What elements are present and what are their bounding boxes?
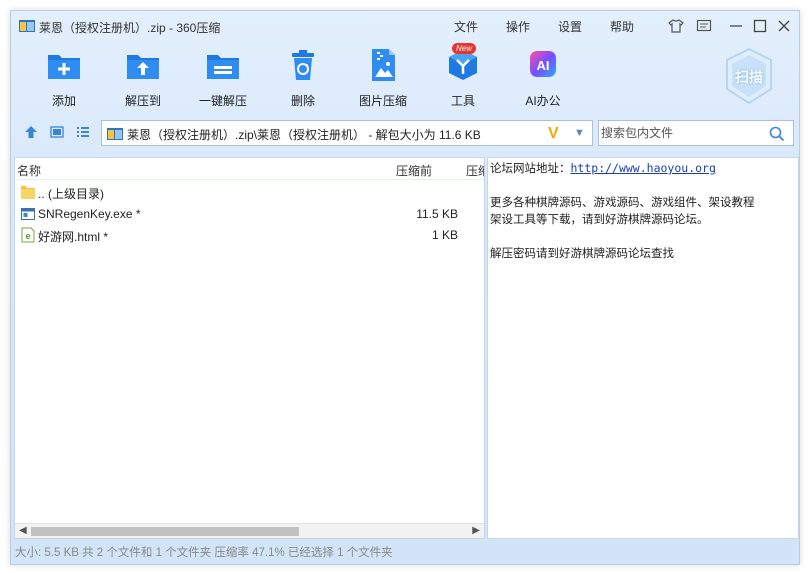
file-size: 11.5 KB (416, 207, 458, 221)
add-label: 添加 (51, 94, 76, 108)
maximize-icon[interactable] (751, 17, 769, 35)
menu-help[interactable]: 帮助 (610, 18, 634, 35)
tools-button[interactable]: New 工具 (428, 43, 498, 109)
menu-operate[interactable]: 操作 (506, 18, 530, 35)
one-click-extract-label: 一键解压 (198, 94, 247, 108)
status-bar: 大小: 5.5 KB 共 2 个文件和 1 个文件夹 压缩率 47.1% 已经选… (15, 547, 393, 559)
forum-address-label: 论坛网站地址： (490, 161, 571, 175)
comment-pane[interactable]: 论坛网站地址：http://www.haoyou.org 更多各种棋牌源码、游戏… (487, 157, 799, 539)
extract-to-label: 解压到 (124, 94, 161, 108)
folder-icon (21, 186, 35, 199)
v-mark-icon[interactable]: V (548, 125, 559, 143)
file-name: SNRegenKey.exe * (38, 207, 141, 221)
forum-link[interactable]: http://www.haoyou.org (571, 161, 716, 175)
ai-office-icon: AI (530, 51, 556, 77)
new-badge: New (452, 43, 477, 54)
file-size: 1 KB (431, 228, 458, 242)
one-click-extract-button[interactable]: 一键解压 (188, 47, 258, 109)
scan-button[interactable]: 扫描 (723, 47, 775, 105)
add-button[interactable]: 添加 (29, 47, 99, 109)
list-view-icon[interactable] (75, 124, 91, 140)
address-bar[interactable]: 莱恩（授权注册机）.zip\莱恩（授权注册机） - 解包大小为 11.6 KB … (101, 120, 593, 146)
skin-icon[interactable] (667, 17, 685, 35)
search-input[interactable] (601, 123, 761, 143)
svg-text:e: e (25, 231, 30, 241)
archive-icon (107, 128, 123, 140)
thumbnail-view-icon[interactable] (49, 124, 65, 140)
recycle-bin-icon (292, 50, 314, 80)
menu-file[interactable]: 文件 (454, 18, 478, 35)
address-path: 莱恩（授权注册机）.zip\莱恩（授权注册机） - 解包大小为 11.6 KB (127, 128, 481, 142)
chevron-down-icon[interactable]: ▼ (574, 127, 585, 139)
scrollbar-thumb[interactable] (31, 527, 299, 536)
file-name: .. (上级目录) (38, 187, 104, 201)
file-list-header: 名称 压缩前 压缩 (15, 158, 484, 180)
file-name: 好游网.html * (38, 230, 109, 244)
minimize-icon[interactable] (727, 17, 745, 35)
up-arrow-icon[interactable] (23, 124, 39, 140)
image-compress-label: 图片压缩 (358, 94, 407, 108)
scroll-right-icon[interactable]: ▶ (472, 525, 480, 536)
svg-text:AI: AI (537, 58, 550, 73)
comment-line: 架设工具等下载，请到好游棋牌源码论坛。 (490, 212, 709, 226)
column-size-after[interactable]: 压缩 (466, 162, 484, 179)
column-size-before[interactable]: 压缩前 (396, 162, 432, 179)
app-window: 莱恩（授权注册机）.zip - 360压缩 文件 操作 设置 帮助 添加 解压到… (10, 10, 800, 565)
search-icon[interactable] (769, 126, 785, 142)
list-item-exe[interactable]: SNRegenKey.exe * 11.5 KB (15, 204, 484, 225)
tools-label: 工具 (450, 94, 475, 108)
file-list-pane[interactable]: 名称 压缩前 压缩 .. (上级目录) SNRegenKey.exe * 11.… (14, 157, 485, 539)
image-compress-icon (372, 49, 395, 81)
archive-icon (19, 20, 35, 32)
scroll-left-icon[interactable]: ◀ (19, 525, 27, 536)
exe-file-icon (21, 208, 35, 220)
archive-comment: 论坛网站地址：http://www.haoyou.org 更多各种棋牌源码、游戏… (490, 160, 796, 262)
title-bar[interactable]: 莱恩（授权注册机）.zip - 360压缩 文件 操作 设置 帮助 (11, 11, 799, 41)
delete-button[interactable]: 删除 (268, 47, 338, 109)
comment-line: 解压密码请到好游棋牌源码论坛查找 (490, 246, 674, 260)
column-name[interactable]: 名称 (17, 162, 41, 179)
scan-label: 扫描 (735, 69, 763, 85)
extract-to-button[interactable]: 解压到 (108, 47, 178, 109)
menu-settings[interactable]: 设置 (558, 18, 582, 35)
delete-label: 删除 (290, 94, 315, 108)
comment-line: 更多各种棋牌源码、游戏源码、游戏组件、架设教程 (490, 195, 755, 209)
image-compress-button[interactable]: 图片压缩 (348, 47, 418, 109)
close-icon[interactable] (775, 17, 793, 35)
search-box (598, 120, 794, 146)
feedback-icon[interactable] (695, 17, 713, 35)
ai-office-button[interactable]: AI AI办公 (508, 47, 578, 109)
add-folder-icon (48, 55, 80, 79)
html-file-icon: e (21, 227, 35, 243)
one-click-extract-icon (207, 55, 239, 79)
list-item-html[interactable]: e 好游网.html * 1 KB (15, 225, 484, 246)
extract-folder-icon (127, 55, 159, 79)
ai-office-label: AI办公 (525, 94, 561, 108)
window-title: 莱恩（授权注册机）.zip - 360压缩 (39, 21, 221, 35)
address-row: 莱恩（授权注册机）.zip\莱恩（授权注册机） - 解包大小为 11.6 KB … (11, 118, 799, 146)
horizontal-scrollbar[interactable]: ◀ ▶ (15, 523, 484, 538)
list-item-parent-folder[interactable]: .. (上级目录) (15, 182, 484, 203)
